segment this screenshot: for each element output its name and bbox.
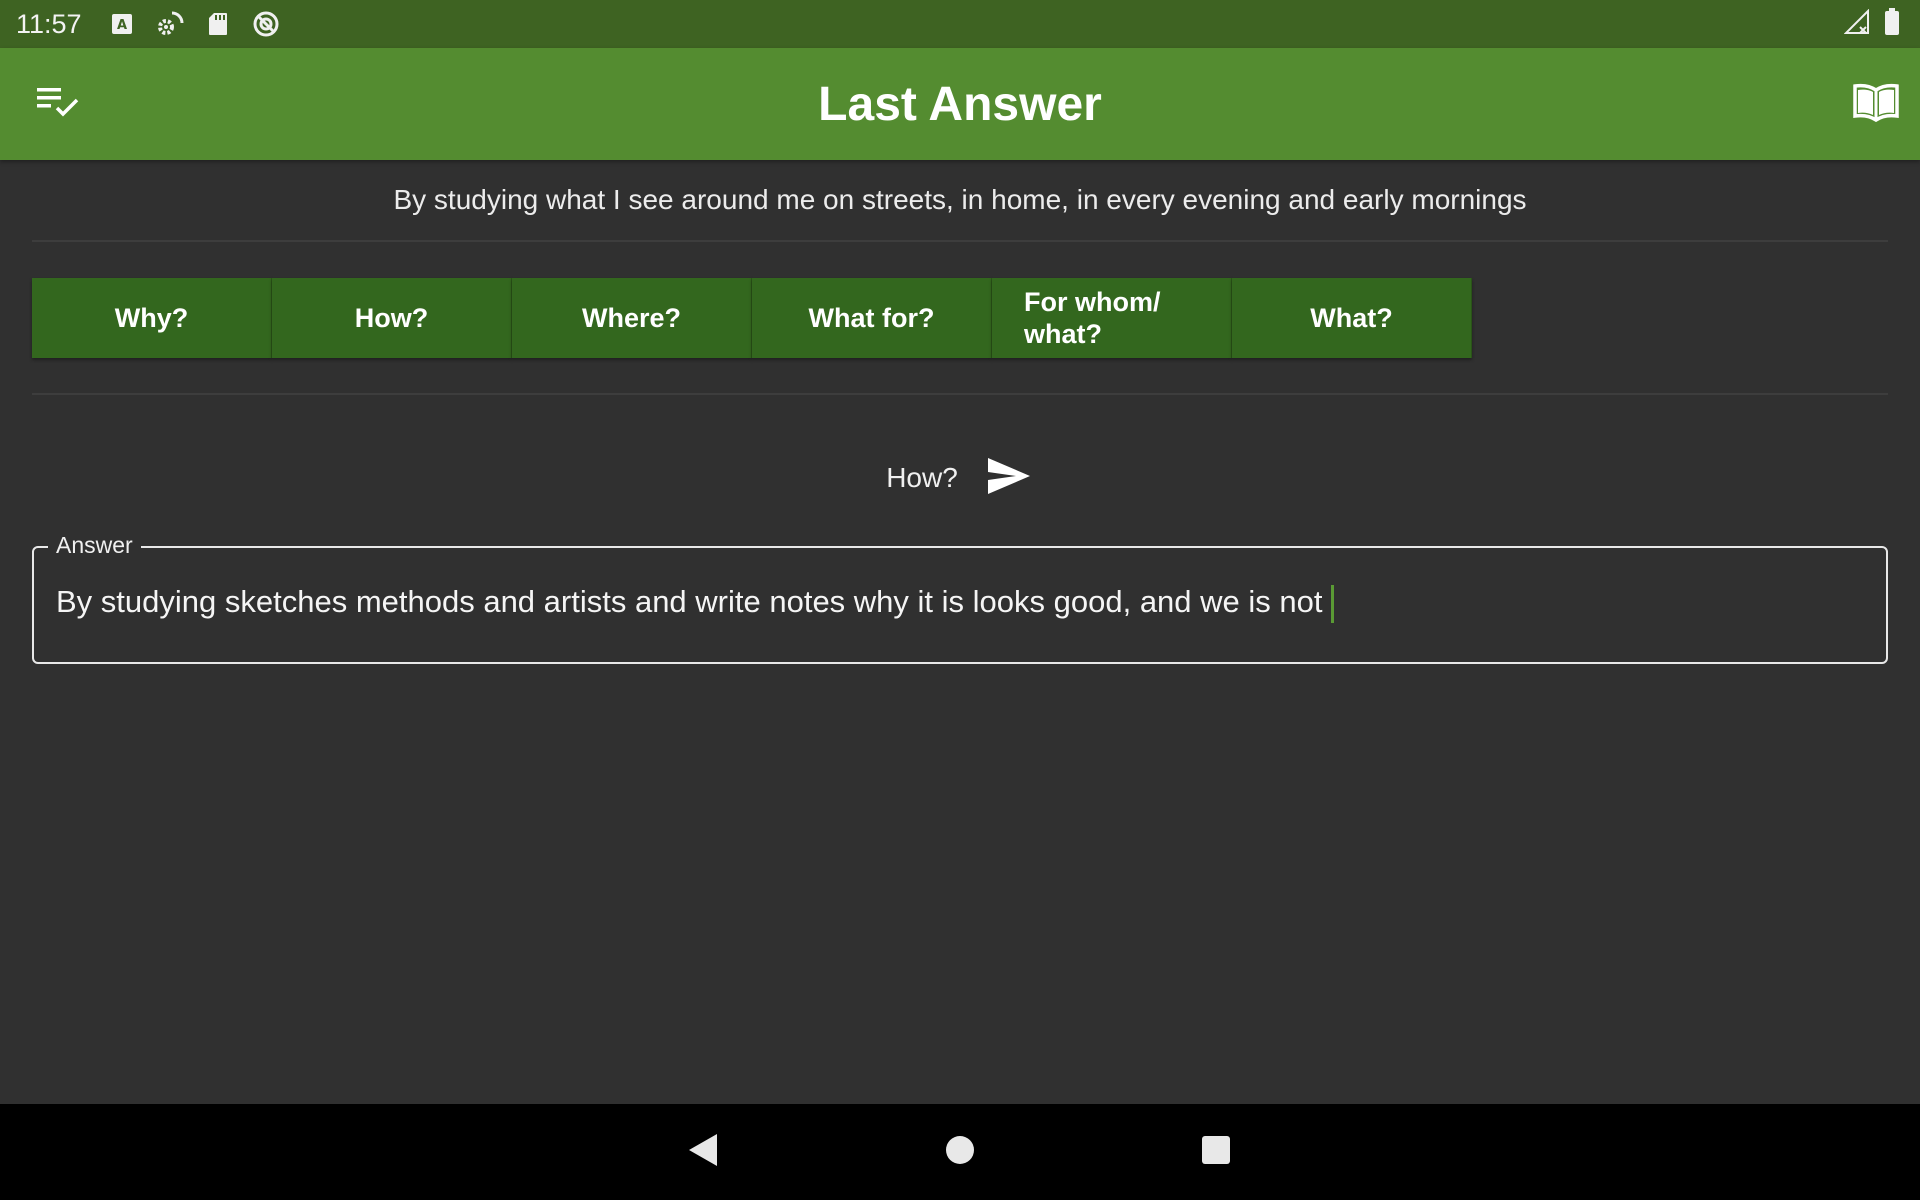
navigation-bar [0, 1104, 1920, 1200]
what-for-button[interactable]: What for? [752, 278, 992, 358]
send-button[interactable] [984, 453, 1034, 503]
app-bar: Last Answer [0, 48, 1920, 160]
answer-text: By studying sketches methods and artists… [56, 584, 1323, 619]
checklist-button[interactable] [30, 76, 86, 132]
what-button[interactable]: What? [1232, 278, 1472, 358]
back-button[interactable] [679, 1128, 727, 1176]
divider [32, 240, 1888, 242]
selected-question-word: How? [886, 462, 958, 493]
sd-card-icon [202, 8, 234, 40]
why-button[interactable]: Why? [32, 278, 272, 358]
answer-input[interactable]: By studying sketches methods and artists… [56, 584, 1334, 623]
settings-sync-icon [154, 8, 186, 40]
text-caret [1330, 584, 1334, 623]
home-button[interactable] [936, 1128, 984, 1176]
back-icon [687, 1132, 719, 1173]
book-button[interactable] [1848, 76, 1904, 132]
page-title: Last Answer [818, 77, 1102, 131]
status-bar: 11:57 A [0, 0, 1920, 48]
for-whom-button[interactable]: For whom/ what? [992, 278, 1232, 358]
svg-text:A: A [117, 18, 127, 33]
answer-field[interactable]: Answer By studying sketches methods and … [32, 532, 1888, 664]
status-time: 11:57 [16, 8, 82, 39]
send-icon [986, 456, 1032, 501]
home-icon [944, 1134, 976, 1171]
recents-button[interactable] [1192, 1128, 1240, 1176]
answer-label: Answer [48, 532, 141, 559]
book-icon [1852, 82, 1900, 127]
question-text: By studying what I see around me on stre… [393, 184, 1527, 215]
cellular-signal-icon [1843, 8, 1870, 40]
how-button[interactable]: How? [272, 278, 512, 358]
battery-icon [1884, 8, 1900, 41]
checklist-icon [35, 84, 81, 125]
where-button[interactable]: Where? [512, 278, 752, 358]
divider [32, 393, 1888, 395]
a-notification-icon: A [106, 8, 138, 40]
question-word-buttons: Why? How? Where? What for? For whom/ wha… [32, 278, 1472, 358]
recents-icon [1200, 1134, 1232, 1171]
no-sync-icon [250, 8, 282, 40]
send-row: How? [0, 448, 1920, 508]
